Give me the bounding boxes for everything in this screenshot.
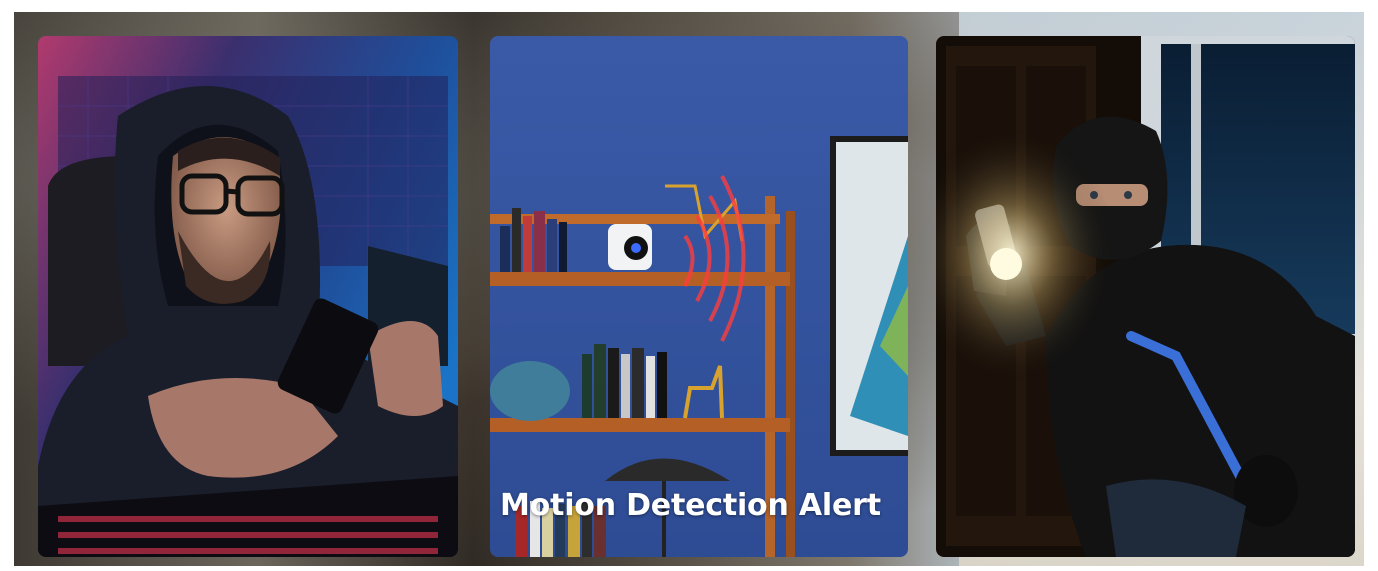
feature-gallery: Motion Detection Alert (14, 12, 1364, 566)
intruder-photo (936, 36, 1355, 557)
motion-detection-alert-title: Motion Detection Alert (500, 488, 881, 523)
card-motion-detection[interactable]: Motion Detection Alert (490, 36, 908, 557)
card-phone-user[interactable] (38, 36, 458, 557)
phone-user-photo (38, 36, 458, 557)
motion-detection-photo (490, 36, 908, 557)
card-intruder[interactable] (936, 36, 1355, 557)
